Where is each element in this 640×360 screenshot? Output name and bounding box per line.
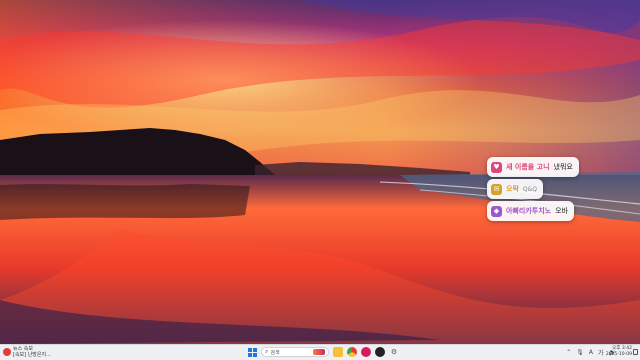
- settings-icon[interactable]: ⚙: [389, 347, 399, 357]
- chip-text: 냈뭐요: [553, 163, 573, 171]
- gift-icon: ◆: [491, 205, 502, 217]
- media-app-icon[interactable]: [375, 347, 385, 357]
- file-explorer-icon[interactable]: [333, 347, 343, 357]
- chevron-up-icon[interactable]: ⌃: [566, 349, 571, 356]
- ime-indicator[interactable]: 가: [598, 348, 604, 357]
- news-widget[interactable]: 뉴스 속보 [속보] 난방은지...: [3, 346, 51, 358]
- start-button[interactable]: [247, 347, 257, 357]
- search-highlight-icon: [313, 349, 325, 355]
- chip-muted-text: Q&Q: [522, 185, 538, 193]
- floating-chip-1[interactable]: ♥ 새 이름을 고니 냈뭐요: [487, 157, 579, 177]
- notification-icon[interactable]: [633, 349, 638, 355]
- mail-icon: ✉: [491, 183, 502, 195]
- clock[interactable]: 오후 3:42 2025-10-09: [606, 346, 632, 358]
- taskbar: 뉴스 속보 [속보] 난방은지... ⌕ 검색 ⚙ ⌃ 🎙 A 가 🔊 오후 3: [0, 344, 640, 360]
- floating-chip-2[interactable]: ✉ 오락 Q&Q: [487, 179, 544, 199]
- chip-accent-text: 새 이름을 고니: [506, 163, 550, 171]
- chip-text: 오바: [555, 207, 568, 215]
- heart-icon: ♥: [491, 161, 502, 173]
- news-icon: [3, 348, 11, 356]
- microphone-icon[interactable]: 🎙: [576, 349, 584, 356]
- app-icon[interactable]: [361, 347, 371, 357]
- news-subtitle: [속보] 난방은지...: [13, 352, 51, 358]
- clock-date: 2025-10-09: [605, 352, 632, 357]
- taskbar-apps: ⌕ 검색 ⚙: [247, 347, 399, 357]
- windows-icon: [247, 347, 257, 357]
- taskbar-search[interactable]: ⌕ 검색: [261, 347, 329, 357]
- chip-accent-text: 아빠리카투치노: [506, 207, 552, 215]
- language-indicator[interactable]: A: [589, 349, 593, 356]
- chrome-icon[interactable]: [347, 347, 357, 357]
- search-icon: ⌕: [265, 348, 269, 355]
- search-placeholder: 검색: [270, 349, 280, 356]
- chip-accent-text: 오락: [506, 185, 519, 193]
- floating-chip-3[interactable]: ◆ 아빠리카투치노 오바: [487, 201, 574, 221]
